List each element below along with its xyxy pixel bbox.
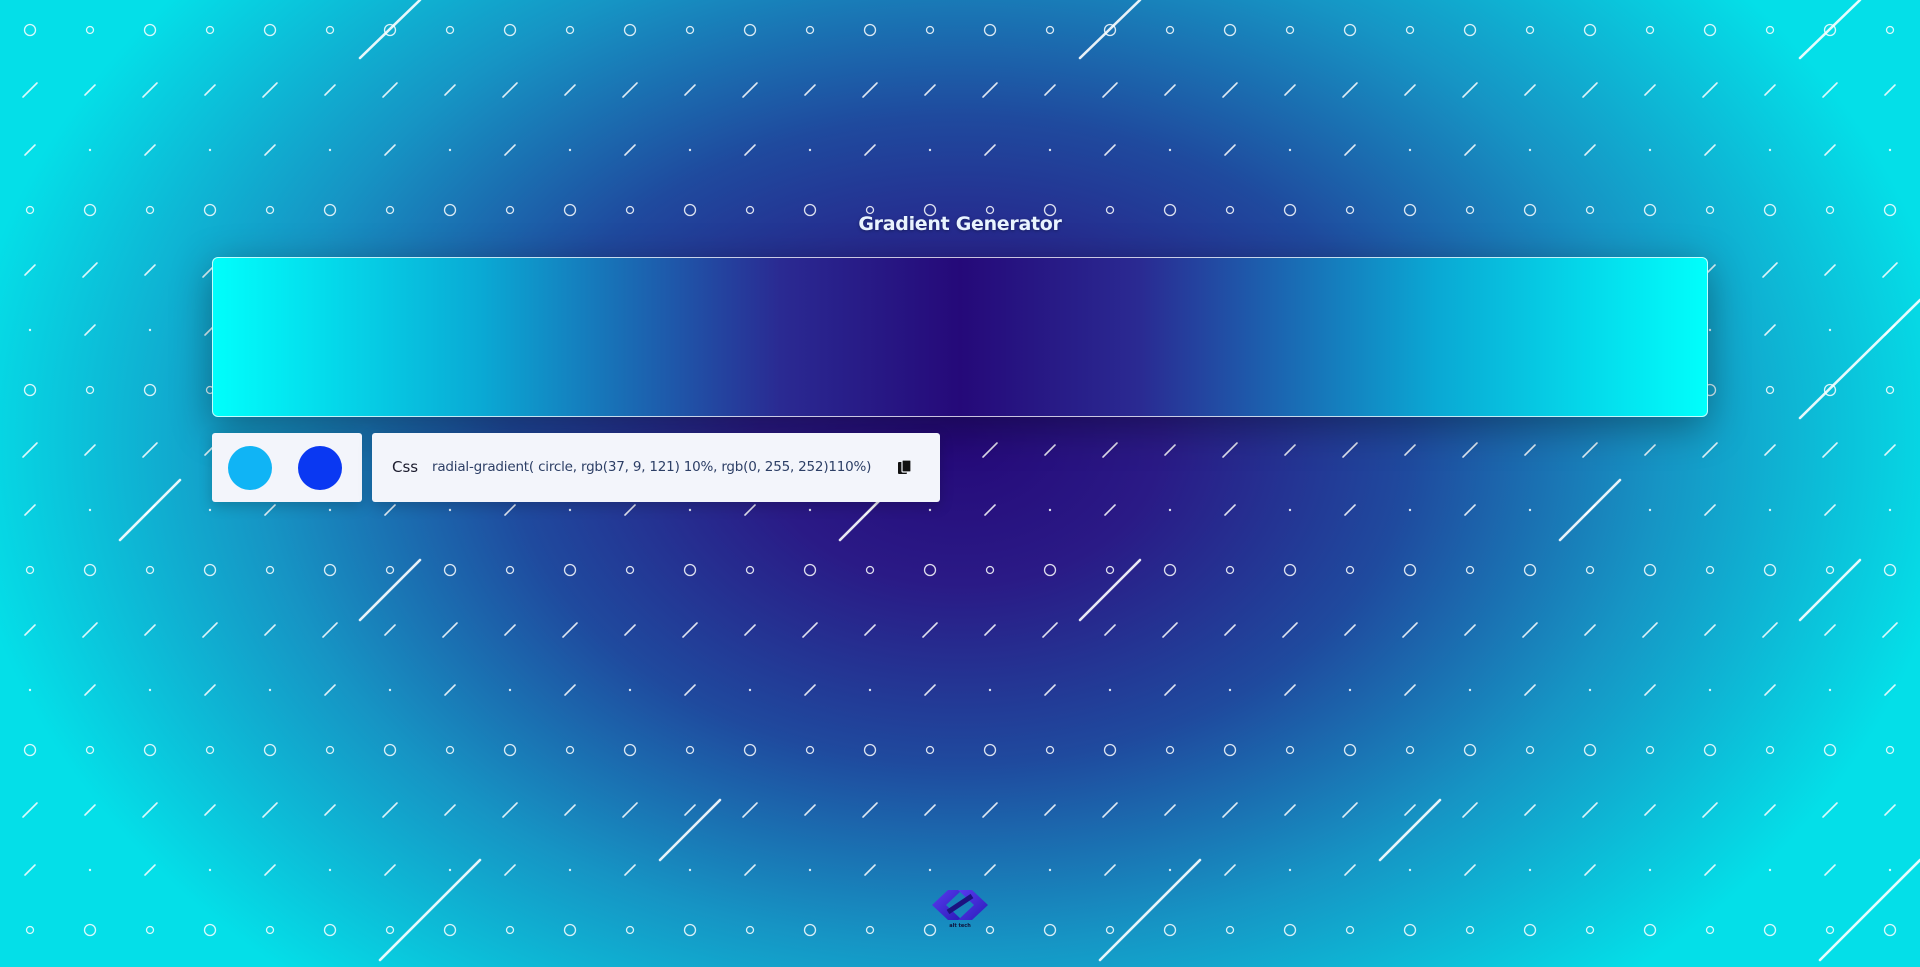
gradient-preview bbox=[212, 257, 1708, 417]
css-code-text: radial-gradient( circle, rgb(37, 9, 121)… bbox=[432, 459, 872, 475]
css-output-panel: Css radial-gradient( circle, rgb(37, 9, … bbox=[372, 433, 940, 502]
copy-icon[interactable] bbox=[897, 459, 913, 477]
css-label: Css bbox=[392, 458, 419, 476]
page-title: Gradient Generator bbox=[858, 213, 1062, 235]
color-swatch-panel bbox=[212, 433, 362, 502]
brand-logo-icon bbox=[932, 890, 988, 920]
color-swatch-end[interactable] bbox=[298, 446, 342, 490]
logo-text: alt tech bbox=[949, 923, 971, 929]
color-swatch-start[interactable] bbox=[228, 446, 272, 490]
brand-logo[interactable]: alt tech bbox=[922, 886, 998, 930]
